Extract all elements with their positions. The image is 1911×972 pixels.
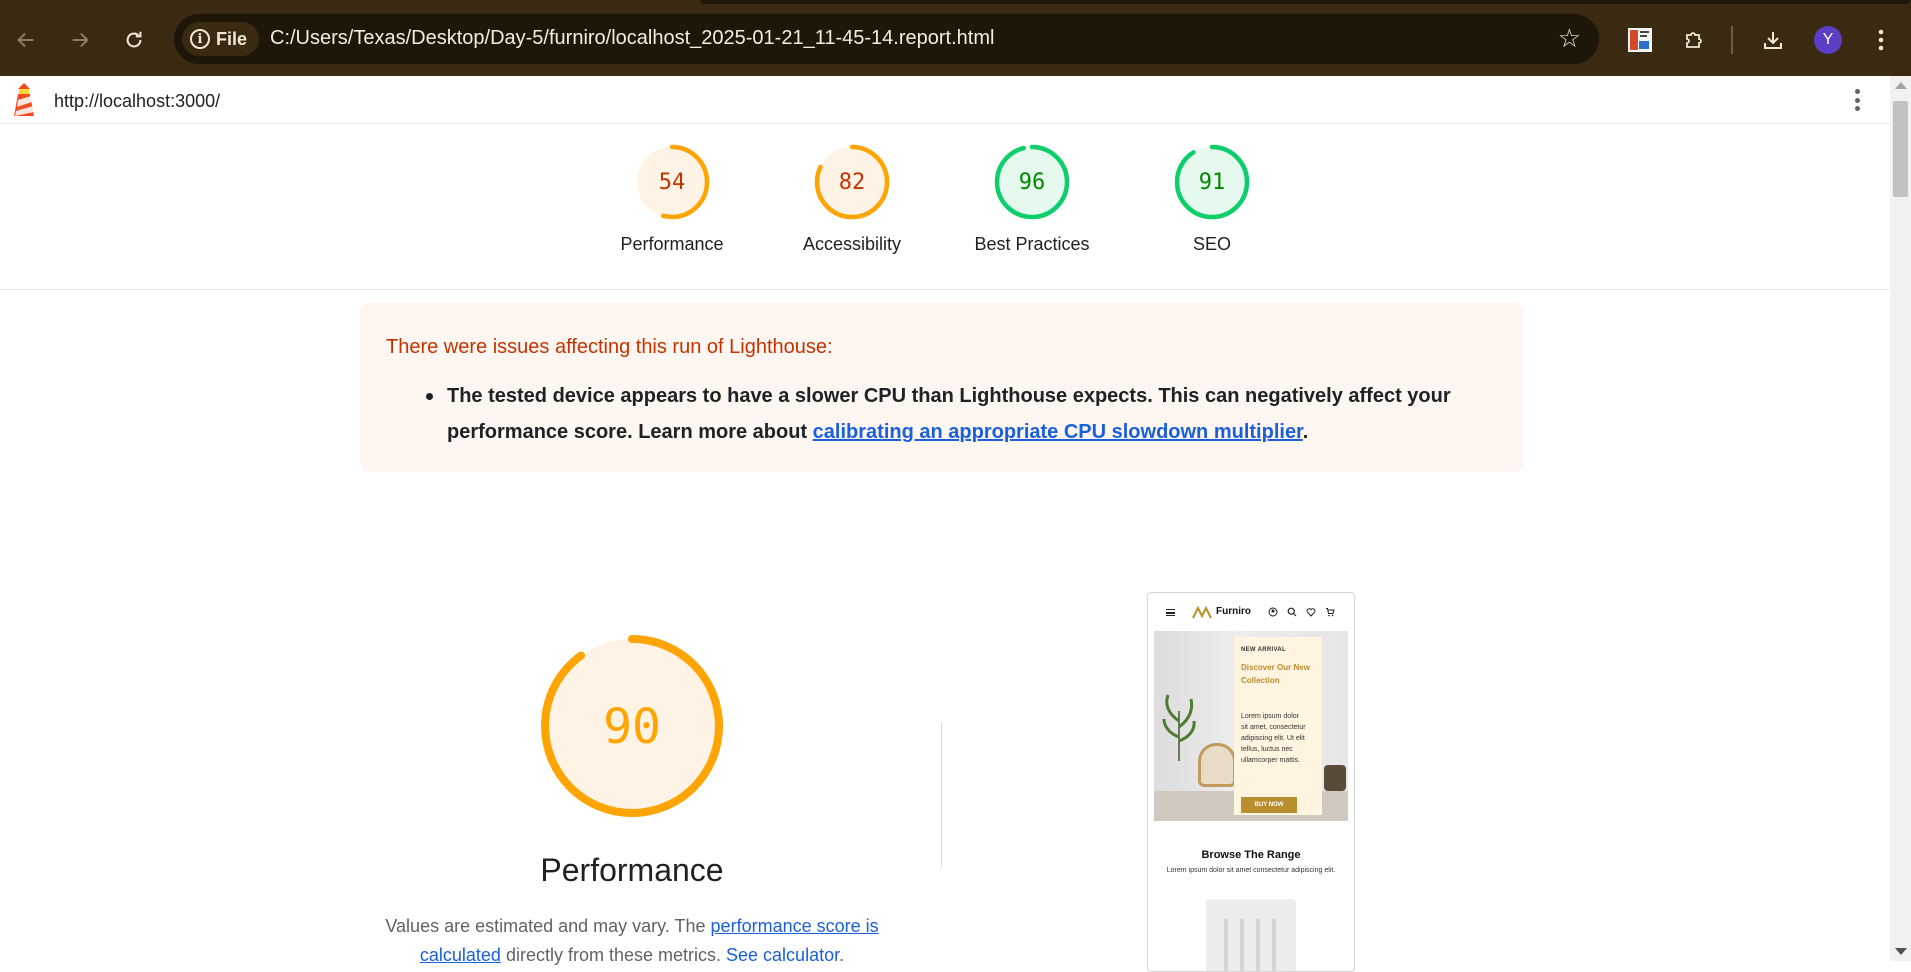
basket-image — [1324, 765, 1346, 791]
scheme-label: File — [216, 28, 248, 49]
browser-toolbar: i File C:/Users/Texas/Desktop/Day-5/furn… — [0, 0, 1911, 76]
buy-now-button: BUY NOW — [1241, 797, 1297, 813]
profile-avatar[interactable]: Y — [1814, 26, 1842, 54]
hero-card: NEW ARRIVAL Discover Our New Collection … — [1234, 637, 1322, 815]
gauge-score: 96 — [1019, 170, 1046, 195]
bookmark-star-icon[interactable]: ☆ — [1558, 24, 1581, 52]
section-divider — [941, 722, 942, 866]
address-bar[interactable]: i File C:/Users/Texas/Desktop/Day-5/furn… — [174, 14, 1599, 64]
page-scrollbar[interactable] — [1890, 76, 1911, 961]
back-button[interactable] — [8, 22, 44, 58]
score-header: 54 Performance 82 Accessibility 96 Best … — [0, 124, 1890, 290]
toolbar-separator — [1731, 26, 1733, 54]
tab-edge — [1120, 0, 1910, 4]
arrow-right-icon — [72, 32, 89, 48]
furniro-logo-icon — [1192, 605, 1212, 619]
gauge-performance[interactable]: 54 Performance — [582, 144, 762, 255]
lighthouse-logo-icon — [14, 83, 34, 116]
report-topbar: http://localhost:3000/ — [0, 76, 1890, 124]
extensions-button[interactable] — [1676, 22, 1712, 58]
browse-range-subtitle: Lorem ipsum dolor sit amet consectetur a… — [1166, 867, 1336, 874]
gauge-label: Accessibility — [802, 234, 902, 254]
run-warnings: There were issues affecting this run of … — [360, 302, 1524, 472]
bullet — [426, 393, 433, 400]
hero-badge: NEW ARRIVAL — [1241, 647, 1286, 653]
gauge-label: Performance — [620, 234, 724, 254]
see-calculator-link[interactable]: See calculator — [726, 945, 839, 965]
scroll-down-arrow-icon[interactable] — [1895, 948, 1907, 955]
gauge-ring: 54 — [634, 144, 710, 220]
plant-image — [1162, 694, 1196, 761]
performance-title: Performance — [540, 852, 724, 888]
reload-button[interactable] — [116, 22, 152, 58]
kebab-menu-icon — [1878, 29, 1884, 51]
cpu-slowdown-link[interactable]: calibrating an appropriate CPU slowdown … — [813, 421, 1303, 443]
downloads-button[interactable] — [1755, 22, 1791, 58]
gauge-score: 91 — [1199, 170, 1226, 195]
performance-ring: 90 — [541, 635, 723, 817]
search-icon — [1287, 607, 1297, 617]
performance-score: 90 — [603, 699, 661, 755]
tab-edge — [700, 0, 1160, 4]
screenshot-navbar: Furniro — [1148, 593, 1354, 631]
browser-menu-button[interactable] — [1863, 22, 1899, 58]
info-icon: i — [190, 29, 210, 49]
gauge-ring: 91 — [1174, 144, 1250, 220]
screenshot-brand: Furniro — [1216, 606, 1251, 617]
hamburger-icon — [1166, 609, 1175, 616]
chair-image — [1198, 743, 1236, 787]
scroll-thumb[interactable] — [1893, 101, 1908, 197]
desc-text: Values are estimated and may vary. The — [385, 916, 711, 936]
hero-headline: Discover Our New Collection — [1241, 663, 1310, 685]
warning-item: The tested device appears to have a slow… — [447, 378, 1477, 450]
gauge-score: 82 — [839, 170, 866, 195]
performance-description: Values are estimated and may vary. The p… — [372, 912, 892, 970]
performance-gauge-large: 90 — [540, 634, 724, 823]
gauge-seo[interactable]: 91 SEO — [1122, 144, 1302, 255]
download-icon — [1764, 32, 1782, 49]
range-thumbnail — [1206, 899, 1296, 971]
warning-text-end: . — [1302, 421, 1309, 443]
app-thumbnail-icon[interactable] — [1622, 22, 1658, 58]
arrow-left-icon — [17, 32, 34, 48]
site-info-chip[interactable]: i File — [182, 22, 260, 56]
screenshot-hero: NEW ARRIVAL Discover Our New Collection … — [1154, 631, 1348, 821]
gauge-ring: 82 — [814, 144, 890, 220]
hero-body: Lorem ipsum dolor sit amet, consectetur … — [1241, 713, 1306, 764]
tested-url: http://localhost:3000/ — [54, 91, 221, 111]
gauge-best-practices[interactable]: 96 Best Practices — [942, 144, 1122, 255]
gauge-label: Best Practices — [974, 234, 1090, 254]
user-icon — [1268, 607, 1278, 617]
browse-range-title: Browse The Range — [1201, 849, 1301, 861]
cart-icon — [1325, 607, 1335, 617]
report-menu-kebab-icon[interactable] — [1852, 86, 1862, 114]
desc-text: . — [839, 945, 845, 965]
heart-icon — [1306, 607, 1316, 617]
scroll-up-arrow-icon[interactable] — [1895, 82, 1907, 89]
reload-icon — [126, 31, 142, 48]
gauge-label: SEO — [1192, 234, 1231, 254]
final-screenshot[interactable]: Furniro NEW ARRIVAL Discover Our New Col… — [1147, 592, 1355, 972]
desc-text: directly from these metrics. — [500, 945, 727, 965]
gauge-accessibility[interactable]: 82 Accessibility — [762, 144, 942, 255]
forward-button[interactable] — [62, 22, 98, 58]
gauge-score: 54 — [659, 170, 686, 195]
puzzle-icon — [1686, 32, 1702, 48]
warnings-title: There were issues affecting this run of … — [386, 336, 833, 358]
url-text[interactable]: C:/Users/Texas/Desktop/Day-5/furniro/loc… — [270, 27, 994, 50]
gauge-ring: 96 — [994, 144, 1070, 220]
